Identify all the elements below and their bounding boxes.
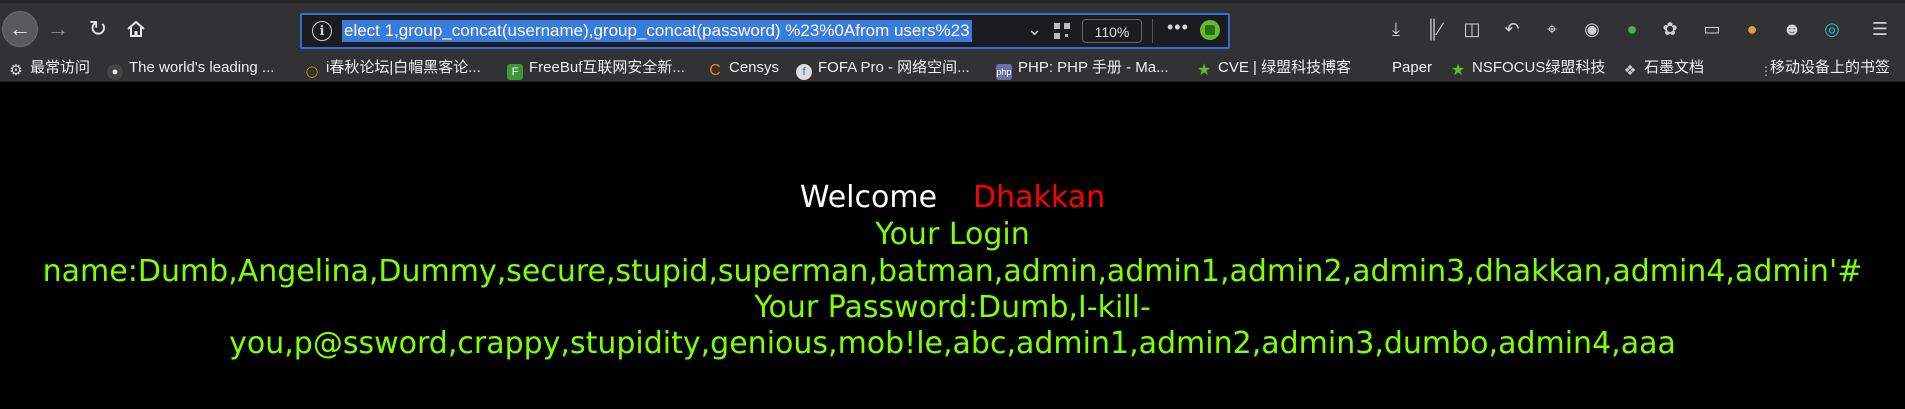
password-line-1: Your Password:Dumb,I-kill-: [754, 290, 1151, 325]
url-input[interactable]: elect 1,group_concat(username),group_con…: [342, 20, 972, 42]
forward-arrow-icon: →: [47, 16, 69, 41]
censys-icon: C: [709, 62, 721, 79]
site-info-icon[interactable]: i: [312, 21, 332, 41]
page-actions-icon[interactable]: •••: [1167, 17, 1189, 38]
nsfocus-star-icon: ★: [1196, 62, 1212, 79]
zoom-level-button[interactable]: 110%: [1082, 19, 1142, 43]
bookmark-php[interactable]: php PHP: PHP 手册 - Ma...: [996, 58, 1169, 80]
download-icon[interactable]: ⤓: [1384, 17, 1408, 41]
extension-green-icon[interactable]: ●: [1620, 17, 1644, 41]
welcome-line: Welcome Dhakkan: [0, 180, 1905, 215]
undo-icon[interactable]: ↶: [1500, 17, 1524, 41]
url-separator: [1152, 19, 1153, 43]
forward-button[interactable]: →: [40, 11, 76, 47]
screenshot-crop-icon[interactable]: ⌖: [1540, 17, 1564, 41]
address-bar[interactable]: i elect 1,group_concat(username),group_c…: [300, 13, 1230, 49]
bookmark-paper[interactable]: Paper: [1392, 58, 1432, 78]
bookmark-ichunqiu[interactable]: ◯ i春秋论坛|白帽黑客论...: [304, 58, 481, 78]
bookmark-mobile[interactable]: ⋮移动设备上的书签: [1760, 58, 1890, 78]
browser-window: ← → ↻ i elect 1,group_concat(username),g…: [0, 0, 1905, 409]
ichunqiu-icon: ◯: [305, 66, 319, 78]
login-title: Your Login: [875, 217, 1030, 252]
username-text: Dhakkan: [973, 180, 1106, 215]
home-icon: [127, 20, 145, 37]
menu-icon[interactable]: ☰: [1868, 17, 1892, 41]
home-button[interactable]: [118, 11, 154, 47]
sidebar-icon[interactable]: ◫: [1460, 17, 1484, 41]
qr-code-icon[interactable]: [1054, 23, 1070, 39]
chat-icon[interactable]: ◉: [1580, 17, 1604, 41]
translate-icon[interactable]: ◎: [1820, 17, 1844, 41]
bookmark-nsfocus[interactable]: ★ NSFOCUS绿盟科技: [1450, 58, 1606, 79]
back-arrow-icon: ←: [9, 16, 31, 41]
chevron-down-icon[interactable]: ⌄: [1027, 19, 1042, 40]
account-icon[interactable]: ☻: [1780, 17, 1804, 41]
php-icon: php: [996, 64, 1012, 80]
shimo-icon: ❖: [1623, 62, 1637, 78]
password-line-2: you,p@ssword,crappy,stupidity,genious,mo…: [229, 326, 1676, 361]
freebuf-icon: F: [507, 64, 523, 80]
page-content: Welcome Dhakkan Your Login name:Dumb,Ange…: [0, 82, 1905, 409]
reload-button[interactable]: ↻: [80, 11, 116, 47]
github-icon: ●: [107, 64, 123, 80]
navigation-toolbar: ← → ↻ i elect 1,group_concat(username),g…: [0, 0, 1905, 54]
monitor-icon[interactable]: ▭: [1700, 17, 1724, 41]
back-button[interactable]: ←: [2, 11, 38, 47]
gear-icon: ⚙: [9, 62, 23, 79]
bookmark-fofa[interactable]: f FOFA Pro - 网络空间...: [796, 58, 970, 80]
bookmark-freebuf[interactable]: F FreeBuf互联网安全新...: [507, 58, 685, 80]
mobile-bookmarks-icon: ⋮: [1760, 64, 1772, 78]
welcome-text: Welcome: [799, 180, 938, 215]
extension-orange-icon[interactable]: ●: [1740, 17, 1764, 41]
extension-puzzle-icon[interactable]: ✿: [1658, 17, 1682, 41]
bookmark-most-visited[interactable]: ⚙ 最常访问: [8, 58, 90, 79]
bookmarks-bar: ⚙ 最常访问 ● The world's leading ... ◯ i春秋论坛|白帽…: [0, 54, 1905, 82]
bookmark-cve-nsfocus[interactable]: ★ CVE | 绿盟科技博客: [1196, 58, 1351, 79]
bookmark-censys[interactable]: C Censys: [707, 58, 779, 79]
fofa-icon: f: [796, 64, 812, 80]
extension-bug-icon[interactable]: [1200, 20, 1220, 40]
nsfocus-star-icon: ★: [1450, 62, 1466, 79]
bookmark-shimo[interactable]: ❖ 石墨文档: [1622, 58, 1704, 78]
login-name-line: name:Dumb,Angelina,Dummy,secure,stupid,s…: [42, 254, 1863, 289]
reload-icon: ↻: [88, 16, 108, 41]
library-icon[interactable]: ║∕: [1422, 17, 1446, 41]
bookmark-github[interactable]: ● The world's leading ...: [107, 58, 274, 80]
